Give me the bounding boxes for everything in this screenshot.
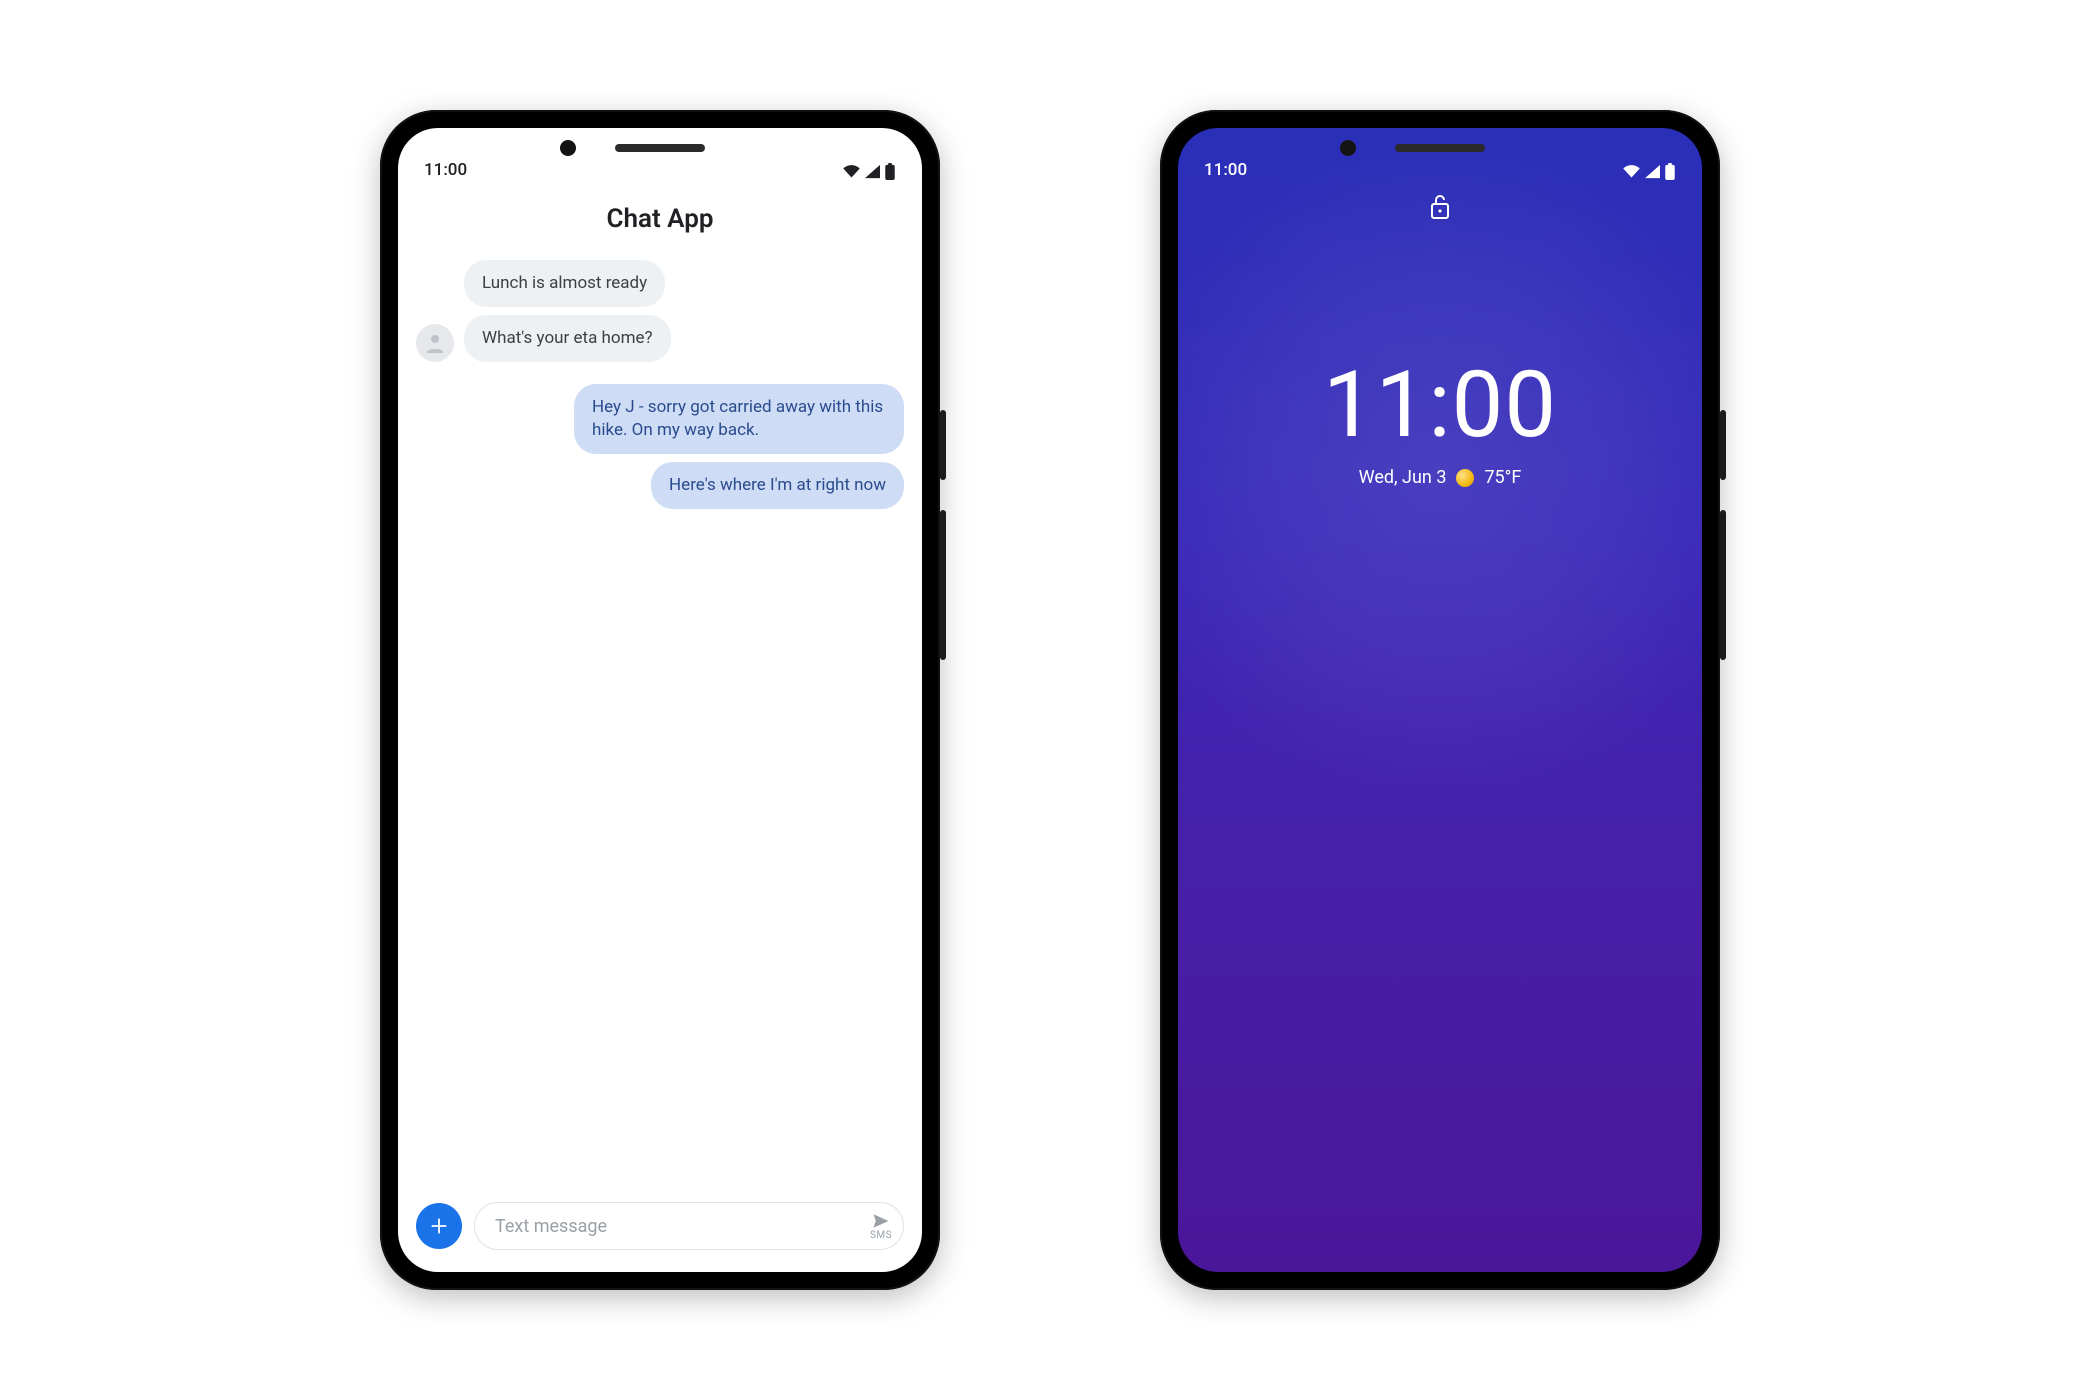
status-icons [1622, 163, 1676, 180]
lock-clock: 11:00 [1323, 352, 1557, 459]
message-bubble[interactable]: Hey J - sorry got carried away with this… [574, 384, 904, 454]
message-row-outgoing[interactable]: Here's where I'm at right now [416, 462, 904, 509]
message-row-incoming[interactable]: Lunch is almost ready [416, 260, 904, 307]
person-icon [423, 331, 447, 355]
lock-icon [1428, 192, 1452, 222]
signal-icon [864, 164, 881, 179]
lock-temperature: 75°F [1484, 467, 1521, 488]
composer-bar: Text message SMS [398, 1188, 922, 1272]
message-input-placeholder: Text message [495, 1216, 869, 1237]
app-title: Chat App [398, 184, 922, 260]
message-row-outgoing[interactable]: Hey J - sorry got carried away with this… [416, 384, 904, 454]
chat-app-screen: 11:00 Chat App Lunch is almost ready Wha… [398, 128, 922, 1272]
status-bar: 11:00 [1178, 128, 1702, 184]
wifi-icon [842, 164, 861, 179]
message-list[interactable]: Lunch is almost ready What's your eta ho… [398, 260, 922, 1188]
message-input[interactable]: Text message SMS [474, 1202, 904, 1250]
phone-side-button [1720, 410, 1726, 480]
lock-date-row: Wed, Jun 3 75°F [1359, 467, 1522, 488]
lock-date: Wed, Jun 3 [1359, 467, 1447, 488]
message-bubble[interactable]: What's your eta home? [464, 315, 671, 362]
signal-icon [1644, 164, 1661, 179]
status-bar: 11:00 [398, 128, 922, 184]
phone-side-button [1720, 510, 1726, 660]
weather-sunny-icon [1456, 469, 1474, 487]
status-time: 11:00 [424, 160, 467, 180]
message-bubble[interactable]: Here's where I'm at right now [651, 462, 904, 509]
phone-right: 11:00 11:00 Wed, Jun 3 75°F [1160, 110, 1720, 1290]
phone-left: 11:00 Chat App Lunch is almost ready Wha… [380, 110, 940, 1290]
phone-side-button [940, 510, 946, 660]
lock-screen[interactable]: 11:00 11:00 Wed, Jun 3 75°F [1178, 128, 1702, 1272]
phone-side-button [940, 410, 946, 480]
lock-icon-row [1178, 184, 1702, 222]
avatar[interactable] [416, 324, 454, 362]
battery-icon [1664, 163, 1676, 180]
lock-center: 11:00 Wed, Jun 3 75°F [1178, 222, 1702, 1272]
wifi-icon [1622, 164, 1641, 179]
message-bubble[interactable]: Lunch is almost ready [464, 260, 665, 307]
send-label: SMS [870, 1230, 892, 1241]
message-row-incoming[interactable]: What's your eta home? [416, 315, 904, 362]
send-button[interactable]: SMS [869, 1212, 893, 1241]
send-icon [869, 1212, 893, 1230]
status-icons [842, 163, 896, 180]
attach-button[interactable] [416, 1203, 462, 1249]
battery-icon [884, 163, 896, 180]
plus-icon [428, 1215, 450, 1237]
status-time: 11:00 [1204, 160, 1247, 180]
